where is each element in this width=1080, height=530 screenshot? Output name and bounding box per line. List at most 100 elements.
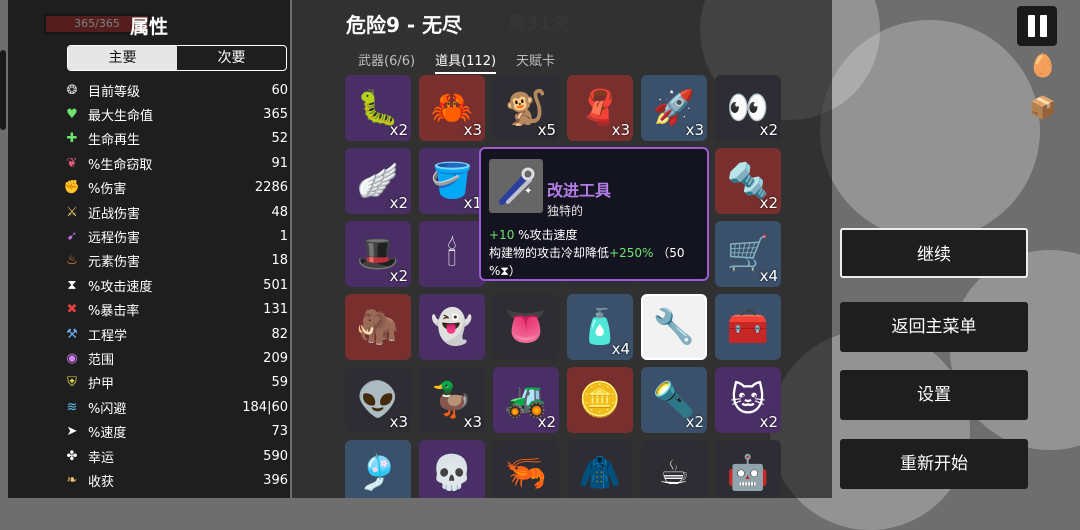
tab-items[interactable]: 道具(112) (435, 50, 497, 74)
stats-panel: 365/365 属性 主要 次要 ❂ 目前等级 60 ♥ 最大生命值 365 ✚ 生命再生 52… (8, 0, 290, 498)
tooltip-effect-2: 构建物的攻击冷却降低+250% （50 %⧗） (489, 244, 705, 280)
stat-label: 幸运 (88, 450, 115, 466)
wings-item[interactable]: 🪽 x2 (345, 148, 411, 214)
candle-item[interactable]: 🕯 (419, 221, 485, 287)
stat-row[interactable]: ⚒ 工程学 82 (64, 322, 288, 346)
wings-icon: 🪽 (356, 161, 400, 201)
stat-row[interactable]: ❂ 目前等级 60 (64, 78, 288, 102)
tardigrade-item[interactable]: 🐛 x2 (345, 75, 411, 141)
claw-item[interactable]: 🦀 x3 (419, 75, 485, 141)
stat-row[interactable]: ✚ 生命再生 52 (64, 127, 288, 151)
turret-icon: 🧰 (726, 307, 770, 347)
item-count: x4 (759, 267, 778, 285)
tab-secondary[interactable]: 次要 (177, 46, 286, 70)
monkey-item[interactable]: 🐒 x5 (493, 75, 559, 141)
wheelbarrow-icon: 🛒 (726, 234, 770, 274)
wheelbarrow-item[interactable]: 🛒 x4 (715, 221, 781, 287)
improved-tools-item[interactable]: 🔧 (641, 294, 707, 360)
monkey-icon: 🐒 (504, 88, 548, 128)
background-blob (820, 20, 1040, 240)
effect-text: %攻击速度 (514, 228, 578, 242)
tab-primary[interactable]: 主要 (68, 46, 177, 70)
crit-icon: ✖ (66, 302, 78, 318)
bowler-hat-item[interactable]: 🎩 x2 (345, 221, 411, 287)
bowler-hat-icon: 🎩 (356, 234, 400, 274)
stat-label: %速度 (88, 426, 127, 442)
effect-text: 构建物的攻击冷却降低 (489, 246, 610, 260)
stat-value: 131 (263, 302, 288, 318)
tongue-item[interactable]: 👅 (493, 294, 559, 360)
duck-item[interactable]: 🦆 x3 (419, 367, 485, 433)
stat-row[interactable]: ⛨ 护甲 59 (64, 371, 288, 395)
tractor-item[interactable]: 🚜 x2 (493, 367, 559, 433)
stat-value: 396 (263, 472, 288, 488)
stat-label: %生命窃取 (88, 157, 153, 173)
stat-row[interactable]: ❦ %生命窃取 91 (64, 151, 288, 175)
alien-item[interactable]: 👽 x3 (345, 367, 411, 433)
item-count: x2 (389, 194, 408, 212)
stat-value: 60 (271, 82, 288, 98)
side-handle[interactable] (0, 50, 6, 130)
shrimp-item[interactable]: 🦐 (493, 440, 559, 498)
stat-row[interactable]: ✤ 幸运 590 (64, 444, 288, 468)
sauce-bottle-item[interactable]: 🧴 x4 (567, 294, 633, 360)
flashlight-item[interactable]: 🔦 x2 (641, 367, 707, 433)
coffee-item[interactable]: ☕ (641, 440, 707, 498)
stat-value: 209 (263, 350, 288, 366)
bullet-icon: 🔩 (726, 161, 770, 201)
eyes-item[interactable]: 👀 x2 (715, 75, 781, 141)
stats-tabs: 主要 次要 (67, 45, 287, 71)
cat-item[interactable]: 🐱 x2 (715, 367, 781, 433)
restart-button[interactable]: 重新开始 (840, 439, 1028, 489)
lifesteal-icon: ❦ (66, 155, 78, 171)
pink-skull-item[interactable]: 💀 (419, 440, 485, 498)
plaid-item[interactable]: 🧥 (567, 440, 633, 498)
ghost-fire-item[interactable]: 👻 (419, 294, 485, 360)
stat-row[interactable]: ◉ 范围 209 (64, 346, 288, 370)
stat-row[interactable]: ✊ %伤害 2286 (64, 176, 288, 200)
bucket-item[interactable]: 🪣 x1 (419, 148, 485, 214)
stat-value: 2286 (254, 180, 288, 196)
rocket-icon: 🚀 (652, 88, 696, 128)
item-count: x2 (537, 413, 556, 431)
scarf-item[interactable]: 🎐 (345, 440, 411, 498)
stat-value: 73 (271, 424, 288, 440)
stat-row[interactable]: ➤ %速度 73 (64, 419, 288, 443)
tractor-icon: 🚜 (504, 380, 548, 420)
stat-row[interactable]: ≋ %闪避 184|60 (64, 395, 288, 419)
stat-row[interactable]: ⧗ %攻击速度 501 (64, 273, 288, 297)
cape-icon: 🧣 (578, 88, 622, 128)
stat-value: 82 (271, 326, 288, 342)
continue-button[interactable]: 继续 (840, 228, 1028, 278)
tab-weapons[interactable]: 武器(6/6) (358, 50, 415, 74)
stat-row[interactable]: ♨ 元素伤害 18 (64, 249, 288, 273)
mammoth-item[interactable]: 🦣 (345, 294, 411, 360)
eyes-icon: 👀 (726, 88, 770, 128)
stat-row[interactable]: ♥ 最大生命值 365 (64, 102, 288, 126)
stat-label: 近战伤害 (88, 206, 141, 222)
settings-button[interactable]: 设置 (840, 370, 1028, 420)
tab-talents[interactable]: 天赋卡 (516, 50, 555, 74)
stat-row[interactable]: ✖ %暴击率 131 (64, 298, 288, 322)
stat-label: %伤害 (88, 182, 127, 198)
item-grid: 🐛 x2 🦀 x3 🐒 x5 🧣 x3 🚀 x3 👀 x2 🪽 x2 🪣 x1 🔩 x2 🎩 x2 🕯 🛒 x4 🦣 👻 👅 🧴 x4… (345, 75, 785, 498)
item-count: x5 (537, 121, 556, 139)
bullet-item[interactable]: 🔩 x2 (715, 148, 781, 214)
heart-icon: ♥ (66, 107, 78, 123)
shrimp-icon: 🦐 (504, 453, 548, 493)
cape-item[interactable]: 🧣 x3 (567, 75, 633, 141)
item-count: x3 (611, 121, 630, 139)
main-menu-button[interactable]: 返回主菜单 (840, 302, 1028, 352)
stat-row[interactable]: ❧ 收获 396 (64, 468, 288, 492)
coin-item[interactable]: 🪙 (567, 367, 633, 433)
upgrade-icon: 🥚 (1029, 53, 1057, 79)
stat-label: 最大生命值 (88, 109, 154, 125)
rocket-item[interactable]: 🚀 x3 (641, 75, 707, 141)
crate-icon: 📦 (1029, 95, 1057, 121)
pause-button[interactable] (1017, 6, 1057, 46)
stat-row[interactable]: ➹ 远程伤害 1 (64, 224, 288, 248)
item-count: x2 (389, 121, 408, 139)
turret-item[interactable]: 🧰 (715, 294, 781, 360)
stat-row[interactable]: ⚔ 近战伤害 48 (64, 200, 288, 224)
robot-item[interactable]: 🤖 (715, 440, 781, 498)
